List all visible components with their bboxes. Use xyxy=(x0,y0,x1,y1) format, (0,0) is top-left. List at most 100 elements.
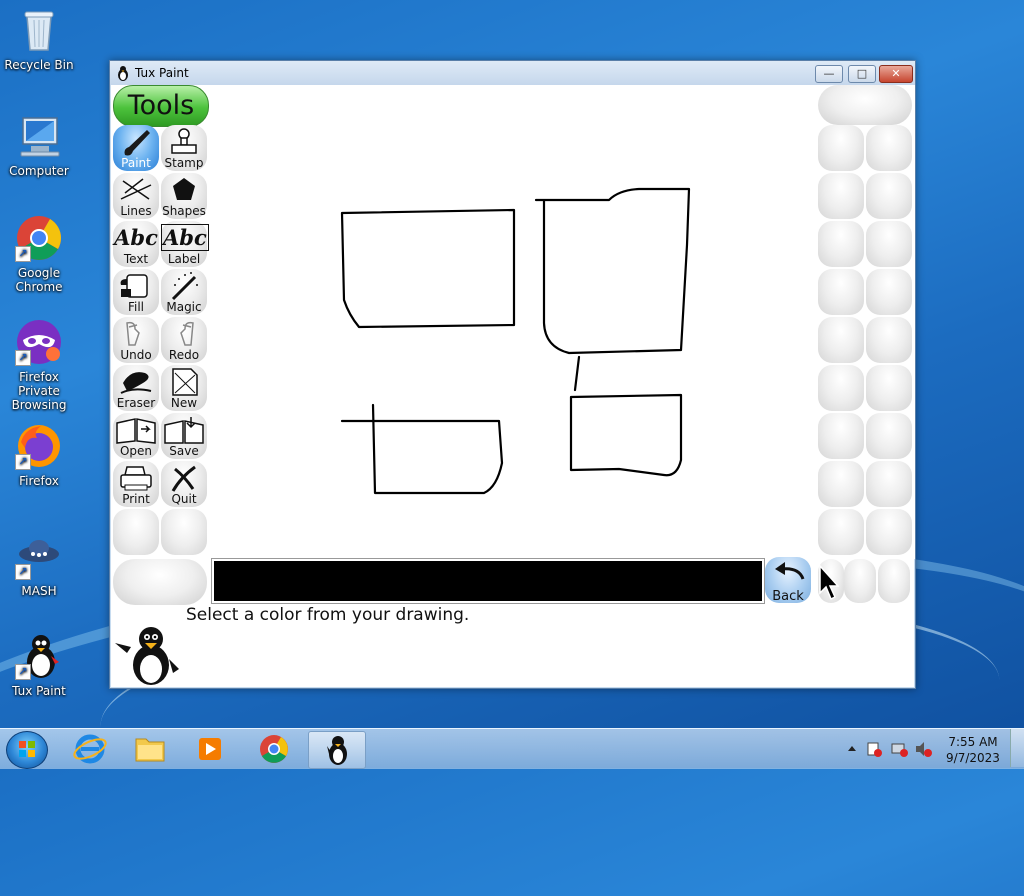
tool-label: Label xyxy=(167,252,201,266)
redo-hand-icon xyxy=(180,321,194,346)
empty-option-slot xyxy=(866,125,912,171)
window-titlebar[interactable]: Tux Paint — □ ✕ xyxy=(110,61,915,85)
tool-label: Shapes xyxy=(162,204,206,218)
empty-option-slot xyxy=(866,317,912,363)
pentagon-icon xyxy=(173,178,195,200)
back-arrow-icon xyxy=(775,562,805,580)
tux-paint-client: Tools Paint Stamp Lines Shapes Abc Text … xyxy=(111,85,915,687)
minimize-icon: — xyxy=(823,67,835,80)
desktop-icon-tux-paint[interactable]: ↗ Tux Paint xyxy=(0,632,79,698)
desktop-icon-google-chrome[interactable]: ↗ Google Chrome xyxy=(0,214,79,294)
drawing-canvas[interactable] xyxy=(209,85,915,559)
chrome-icon: ↗ xyxy=(15,214,63,262)
tool-text[interactable]: Abc Text xyxy=(113,221,159,267)
printer-icon xyxy=(120,466,152,491)
tool-redo[interactable]: Redo xyxy=(161,317,207,363)
tool-shapes[interactable]: Shapes xyxy=(161,173,207,219)
maximize-icon: □ xyxy=(856,67,868,80)
shortcut-arrow-icon: ↗ xyxy=(15,350,31,366)
label-glyph-text: Abc xyxy=(161,224,209,251)
status-message: Select a color from your drawing. xyxy=(186,605,470,625)
mouse-cursor-icon xyxy=(819,565,839,601)
canvas-drawing xyxy=(340,187,691,495)
minimize-button[interactable]: — xyxy=(815,65,843,83)
show-desktop-button[interactable] xyxy=(1010,729,1024,767)
taskbar-clock[interactable]: 7:55 AM 9/7/2023 xyxy=(944,734,1002,766)
desktop-icon-label: Tux Paint xyxy=(12,684,66,698)
taskbar-media-player[interactable] xyxy=(182,731,238,767)
tool-new[interactable]: New xyxy=(161,365,207,411)
tool-label: Print xyxy=(122,492,150,506)
empty-option-slot xyxy=(866,269,912,315)
maximize-button[interactable]: □ xyxy=(848,65,876,83)
empty-option-slot xyxy=(866,509,912,555)
new-page-icon xyxy=(172,368,198,396)
computer-icon xyxy=(15,112,63,160)
empty-option-slot xyxy=(818,269,864,315)
system-tray-icons xyxy=(848,742,932,757)
stamp-icon xyxy=(171,128,197,154)
empty-option-slot xyxy=(844,559,876,603)
firefox-private-icon: ↗ xyxy=(15,318,63,366)
tool-label: Lines xyxy=(120,204,152,218)
folder-icon xyxy=(135,738,165,762)
undo-hand-icon xyxy=(126,321,140,346)
tool-label: Stamp xyxy=(164,156,204,170)
tux-penguin-icon: ↗ xyxy=(15,632,63,680)
tool-label: Fill xyxy=(127,300,145,314)
tool-label[interactable]: Abc Label xyxy=(161,221,209,267)
tool-label: Text xyxy=(123,252,149,266)
tux-paint-window: Tux Paint — □ ✕ Tools Paint Stamp Lines … xyxy=(109,60,916,689)
tool-fill[interactable]: Fill xyxy=(113,269,159,315)
empty-option-slot xyxy=(818,413,864,459)
taskbar-file-explorer[interactable] xyxy=(122,731,178,767)
open-book-icon xyxy=(116,418,156,444)
selected-color-preview[interactable] xyxy=(211,558,765,604)
eraser-icon xyxy=(120,372,152,394)
tux-penguin-icon xyxy=(327,736,347,765)
tool-label: Open xyxy=(119,444,153,458)
shortcut-arrow-icon: ↗ xyxy=(15,564,31,580)
desktop-icon-label: Google Chrome xyxy=(15,266,63,294)
desktop-icon-computer[interactable]: Computer xyxy=(0,112,79,178)
save-book-icon xyxy=(164,417,204,444)
tool-open[interactable]: Open xyxy=(113,413,159,459)
media-player-icon xyxy=(199,738,221,760)
tool-label: Quit xyxy=(171,492,197,506)
desktop-icon-recycle-bin[interactable]: Recycle Bin xyxy=(0,6,79,72)
tool-stamp[interactable]: Stamp xyxy=(161,125,207,171)
desktop-icon-firefox-private[interactable]: ↗ Firefox Private Browsing xyxy=(0,318,79,412)
start-button[interactable] xyxy=(6,731,48,769)
chrome-icon xyxy=(260,735,288,763)
empty-option-slot xyxy=(818,461,864,507)
empty-option-slot xyxy=(818,365,864,411)
tool-quit[interactable]: Quit xyxy=(161,461,207,507)
recycle-bin-icon xyxy=(15,6,63,54)
taskbar-internet-explorer[interactable] xyxy=(62,731,118,767)
tool-undo[interactable]: Undo xyxy=(113,317,159,363)
windows-logo-icon xyxy=(19,741,35,757)
desktop-icon-label: Firefox Private Browsing xyxy=(11,370,67,412)
taskbar-google-chrome[interactable] xyxy=(246,731,302,767)
close-button[interactable]: ✕ xyxy=(879,65,913,83)
tool-lines[interactable]: Lines xyxy=(113,173,159,219)
taskbar xyxy=(0,728,1024,769)
desktop-icon-mash[interactable]: ↗ MASH xyxy=(0,532,79,598)
tool-eraser[interactable]: Eraser xyxy=(113,365,159,411)
desktop-icon-label: Recycle Bin xyxy=(4,58,74,72)
tool-save[interactable]: Save xyxy=(161,413,207,459)
empty-option-slot xyxy=(866,365,912,411)
taskbar-tux-paint[interactable] xyxy=(308,731,366,769)
tool-magic[interactable]: Magic xyxy=(161,269,207,315)
desktop-icon-firefox[interactable]: ↗ Firefox xyxy=(0,422,79,488)
tool-label: Redo xyxy=(168,348,200,362)
internet-explorer-icon xyxy=(73,734,107,764)
empty-scroll-slot xyxy=(113,559,207,605)
empty-option-slot xyxy=(818,317,864,363)
clock-time: 7:55 AM xyxy=(948,735,998,749)
empty-option-slot xyxy=(866,413,912,459)
back-button[interactable]: Back xyxy=(765,557,811,604)
desktop-icon-label: Firefox xyxy=(19,474,59,488)
tool-print[interactable]: Print xyxy=(113,461,159,507)
tool-paint[interactable]: Paint xyxy=(113,125,159,171)
